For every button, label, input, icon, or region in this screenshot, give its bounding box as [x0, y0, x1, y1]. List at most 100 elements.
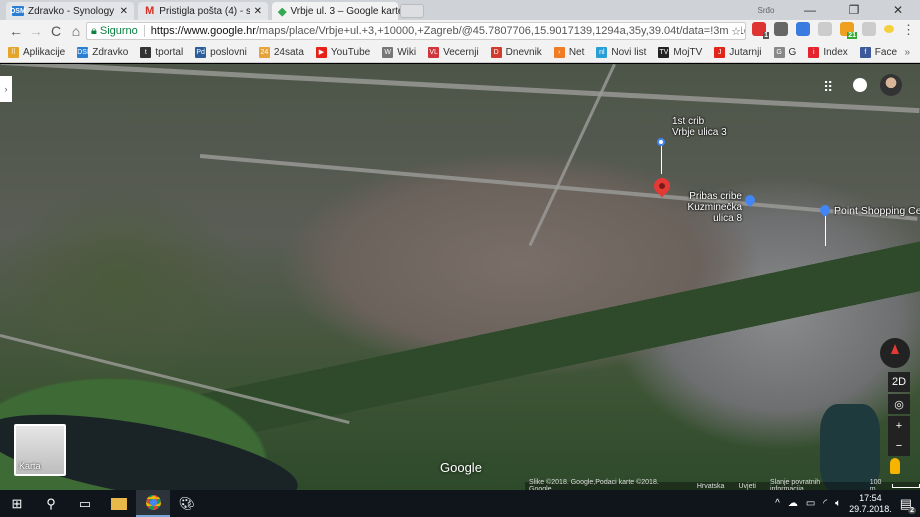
menu-icon[interactable]: ⋮: [902, 22, 915, 37]
bookmark-jutarnji[interactable]: J Jutarnji: [714, 46, 762, 58]
bookmark-label: Dnevnik: [505, 46, 542, 58]
address-bar[interactable]: 🔒︎ Sigurno https://www.google.hr/maps/pl…: [86, 22, 746, 40]
home-button[interactable]: ⌂: [66, 23, 86, 39]
chrome-icon[interactable]: [136, 490, 170, 517]
forward-button[interactable]: →: [26, 23, 46, 39]
back-button[interactable]: ←: [6, 23, 26, 39]
bookmark-poslovni[interactable]: Pd poslovni: [195, 46, 247, 58]
extension-icon[interactable]: [774, 22, 788, 36]
start-button[interactable]: ⊞: [0, 490, 34, 517]
dsm-icon: DSM: [10, 6, 26, 16]
clock[interactable]: 17:54 29.7.2018.: [849, 493, 892, 515]
tab-synology[interactable]: DSM Zdravko - Synology Disk ✕: [6, 2, 134, 20]
extension-icon[interactable]: [818, 22, 832, 36]
tab-label: Pristigla pošta (4) - sflorj: [159, 5, 250, 17]
paint-icon[interactable]: 🎨︎: [170, 490, 204, 517]
bookmark-label: Wiki: [397, 46, 417, 58]
more-bookmarks-button[interactable]: »: [904, 47, 910, 58]
bookmark-label: G: [788, 46, 797, 58]
bookmark-face[interactable]: f Face: [859, 46, 898, 58]
extension-icon[interactable]: [796, 22, 810, 36]
extension-icon[interactable]: [862, 22, 876, 36]
bookmark-tportal[interactable]: t tportal: [140, 46, 183, 58]
action-center-icon[interactable]: ▤ 2: [900, 496, 916, 514]
secure-label: Sigurno: [100, 25, 145, 37]
bookmarks-bar: ⠿ Aplikacije DSM Zdravko t tportal Pd poslovni 2…: [0, 42, 920, 63]
bookmark-g[interactable]: GG: [773, 46, 797, 58]
file-explorer-icon[interactable]: [102, 490, 136, 517]
reload-button[interactable]: C: [46, 23, 66, 39]
street-view-pegman-icon[interactable]: [890, 458, 900, 474]
volume-icon[interactable]: 🔈︎: [835, 498, 841, 509]
bookmark-24sata[interactable]: 24 24sata: [258, 46, 304, 58]
extension-icon[interactable]: [884, 25, 894, 33]
bookmark-label: Aplikacije: [23, 46, 66, 58]
extension-icon[interactable]: 21: [840, 22, 857, 39]
profile-name[interactable]: Srđo: [744, 6, 788, 15]
bookmark-favicon-icon: W: [382, 46, 394, 58]
avatar[interactable]: [880, 74, 902, 96]
bookmark-label: YouTube: [330, 46, 371, 58]
bookmark-label: Jutarnji: [729, 46, 762, 58]
browser-toolbar: ← → C ⌂ 🔒︎ Sigurno https://www.google.hr…: [0, 20, 920, 42]
bookmark-vecernji[interactable]: VL Vecernji: [428, 46, 479, 58]
tab-bar: DSM Zdravko - Synology Disk ✕ M Pristigla…: [0, 0, 920, 20]
bookmark-label: 24sata: [273, 46, 304, 58]
zoom-in-button[interactable]: +: [888, 416, 910, 436]
restore-button[interactable]: ❐: [832, 3, 876, 17]
place-label-pribas-cribe[interactable]: Pribas cribe Kuzminečka ulica 8: [670, 191, 742, 224]
bookmark-label: Novi list: [611, 46, 647, 58]
bookmark-youtube[interactable]: ▶ YouTube: [315, 46, 371, 58]
tab-gmail[interactable]: M Pristigla pošta (4) - sflorj ✕: [138, 2, 268, 20]
google-logo: Google: [440, 460, 482, 475]
terms-link[interactable]: Uvjeti: [738, 483, 756, 490]
map-type-toggle[interactable]: Karta: [14, 424, 66, 476]
bookmark-dnevnik[interactable]: D Dnevnik: [490, 46, 542, 58]
collapse-side-panel-button[interactable]: ›: [0, 76, 12, 102]
search-icon[interactable]: ⚲: [34, 490, 68, 517]
language-link[interactable]: Hrvatska: [697, 483, 725, 490]
apps-grid-icon[interactable]: ⠿: [823, 79, 833, 96]
extension-icon[interactable]: 1: [752, 22, 769, 39]
compass-icon[interactable]: [880, 338, 910, 368]
onedrive-icon[interactable]: ☁: [788, 498, 798, 509]
bookmark-zdravko[interactable]: DSM Zdravko: [77, 46, 129, 58]
tab-google-maps[interactable]: ◆ Vrbje ul. 3 – Google karte✕: [272, 2, 416, 20]
bookmark-label: Face: [874, 46, 898, 58]
new-tab-button[interactable]: [400, 4, 424, 18]
battery-icon[interactable]: ▭: [806, 498, 815, 509]
bookmark-star-icon[interactable]: ☆: [728, 24, 741, 38]
bookmark-favicon-icon: i: [808, 46, 820, 58]
satellite-map[interactable]: › ⠿ 1st crib Vrbje ulica 3 Pribas cribe Ku…: [0, 64, 920, 490]
bookmark-aplikacije[interactable]: ⠿ Aplikacije: [8, 46, 66, 58]
taskbar: ⊞ ⚲ ▭ 🎨︎ ^ ☁ ▭ ◜ 🔈︎ 17:54 29.7.2018. ▤ 2: [0, 490, 920, 517]
bookmark-favicon-icon: ▶: [315, 46, 327, 58]
zoom-out-button[interactable]: −: [888, 436, 910, 456]
place-pin-icon[interactable]: [817, 202, 833, 218]
2d-toggle-button[interactable]: 2D: [888, 372, 910, 392]
minimize-button[interactable]: —: [788, 3, 832, 17]
bookmark-label: Net: [568, 46, 585, 58]
wifi-icon[interactable]: ◜: [823, 498, 827, 509]
close-window-button[interactable]: ✕: [876, 3, 920, 17]
scale-bar[interactable]: 100 m: [870, 479, 920, 490]
bookmark-novi-list[interactable]: nl Novi list: [596, 46, 647, 58]
task-view-icon[interactable]: ▭: [68, 490, 102, 517]
bookmark-favicon-icon: ›: [553, 46, 565, 58]
show-hidden-icons[interactable]: ^: [775, 498, 780, 509]
close-tab-icon[interactable]: ✕: [120, 6, 128, 17]
place-label-point-shopping-center[interactable]: Point Shopping Center: [834, 206, 920, 217]
bookmark-mojtv[interactable]: TV MojTV: [658, 46, 702, 58]
bookmark-favicon-icon: t: [140, 46, 152, 58]
close-tab-icon[interactable]: ✕: [254, 6, 262, 17]
bookmark-net[interactable]: › Net: [553, 46, 585, 58]
feedback-link[interactable]: Slanje povratnih informacija: [770, 479, 856, 490]
bookmark-wiki[interactable]: W Wiki: [382, 46, 417, 58]
place-label-1st-crib[interactable]: 1st crib Vrbje ulica 3: [672, 116, 727, 138]
notifications-icon[interactable]: [853, 78, 867, 92]
bookmark-label: Zdravko: [92, 46, 129, 58]
bookmark-index[interactable]: i Index: [808, 46, 848, 58]
tab-label: Vrbje ul. 3 – Google karte: [290, 5, 404, 17]
my-location-icon[interactable]: ◎: [888, 394, 910, 414]
bookmark-favicon-icon: TV: [658, 46, 670, 58]
